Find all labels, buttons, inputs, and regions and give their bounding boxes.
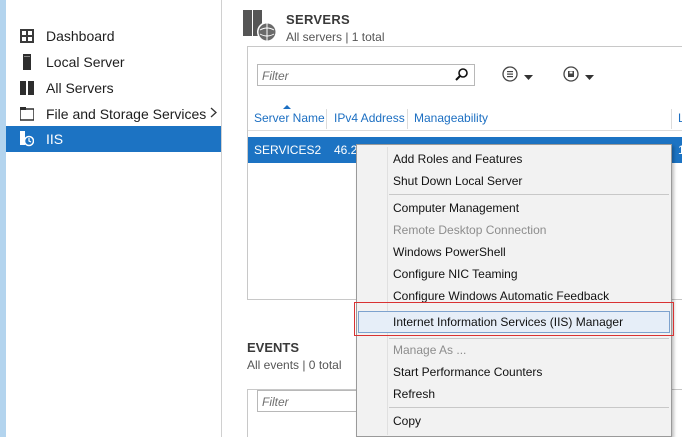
sidebar-item-file-storage[interactable]: File and Storage Services: [6, 101, 221, 127]
filter-placeholder: Filter: [262, 69, 289, 83]
sidebar-item-label: Dashboard: [46, 28, 115, 44]
menu-item-nic-teaming[interactable]: Configure NIC Teaming: [358, 263, 670, 285]
menu-item-manage-as: Manage As ...: [393, 343, 467, 357]
servers-title: SERVERS: [286, 12, 350, 27]
chevron-right-icon[interactable]: [210, 107, 217, 121]
search-icon[interactable]: [455, 67, 469, 84]
menu-item-powershell[interactable]: Windows PowerShell: [358, 241, 670, 263]
servers-group-icon: [243, 10, 277, 44]
sidebar-item-dashboard[interactable]: Dashboard: [6, 23, 221, 49]
column-divider[interactable]: [407, 109, 408, 129]
column-divider[interactable]: [671, 109, 672, 129]
save-dropdown-button[interactable]: [563, 65, 594, 87]
events-title: EVENTS: [247, 340, 300, 355]
column-header-truncated[interactable]: L: [678, 111, 682, 125]
chevron-down-icon: [585, 67, 594, 85]
menu-item-remote-desktop: Remote Desktop Connection: [393, 223, 547, 237]
server-icon: [20, 54, 34, 70]
list-view-dropdown-button[interactable]: [502, 65, 533, 87]
menu-separator: [389, 407, 669, 408]
dashboard-icon: [20, 28, 34, 44]
servers-column-headers: Server Name IPv4 Address Manageability L: [248, 105, 682, 131]
menu-item-copy[interactable]: Copy: [358, 410, 670, 432]
chevron-down-icon: [524, 67, 533, 85]
menu-item-automatic-feedback[interactable]: Configure Windows Automatic Feedback: [358, 285, 670, 307]
sidebar-item-label: Local Server: [46, 54, 125, 70]
column-header-server-name[interactable]: Server Name: [254, 111, 325, 125]
menu-item-shut-down[interactable]: Shut Down Local Server: [358, 170, 670, 192]
column-divider[interactable]: [326, 109, 327, 129]
events-subtitle: All events | 0 total: [247, 358, 342, 372]
sort-ascending-icon: [283, 105, 291, 109]
servers-subtitle: All servers | 1 total: [286, 30, 385, 44]
menu-item-add-roles[interactable]: Add Roles and Features: [358, 148, 670, 170]
sidebar-item-label: IIS: [46, 131, 64, 147]
menu-item-performance-counters[interactable]: Start Performance Counters: [358, 361, 670, 383]
sidebar-item-iis[interactable]: IIS: [6, 126, 221, 152]
sidebar-item-all-servers[interactable]: All Servers: [6, 75, 221, 101]
menu-separator: [389, 194, 669, 195]
sidebar-item-label: All Servers: [46, 80, 114, 96]
column-header-ipv4[interactable]: IPv4 Address: [334, 111, 405, 125]
sidebar-item-label: File and Storage Services: [46, 106, 207, 122]
menu-item-computer-management[interactable]: Computer Management: [358, 197, 670, 219]
column-header-manageability[interactable]: Manageability: [414, 111, 488, 125]
sidebar-item-local-server[interactable]: Local Server: [6, 49, 221, 75]
cell-truncated: 1: [678, 143, 682, 157]
list-view-icon: [502, 65, 518, 87]
filter-placeholder: Filter: [262, 395, 289, 409]
cell-server-name: SERVICES2: [254, 143, 322, 157]
servers-icon: [20, 80, 34, 96]
sidebar: Dashboard Local Server All Servers File …: [6, 0, 222, 437]
context-menu: Add Roles and Features Shut Down Local S…: [356, 144, 672, 437]
cell-ipv4: 46.2: [334, 143, 358, 157]
menu-item-iis-manager[interactable]: Internet Information Services (IIS) Mana…: [358, 311, 670, 333]
storage-icon: [20, 106, 34, 122]
save-icon: [563, 65, 579, 87]
servers-filter-input[interactable]: Filter: [257, 64, 475, 86]
menu-item-refresh[interactable]: Refresh: [358, 383, 670, 405]
iis-icon: [20, 131, 34, 147]
